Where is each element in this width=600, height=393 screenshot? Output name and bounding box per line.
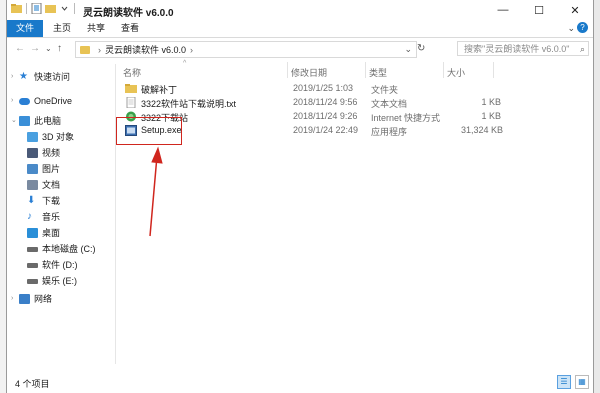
annotation-arrow [149,146,163,237]
item-count: 4 个项目 [15,379,50,389]
explorer-window: 灵云朗读软件 v6.0.0 — ☐ ✕ 文件 主页 共享 查看 ⌄ ? ← → … [6,0,594,393]
status-bar: 4 个项目 ☰ ▦ [7,373,593,393]
large-icons-view-icon[interactable]: ▦ [575,375,589,389]
view-toggle: ☰ ▦ [557,375,589,389]
details-view-icon[interactable]: ☰ [557,375,571,389]
